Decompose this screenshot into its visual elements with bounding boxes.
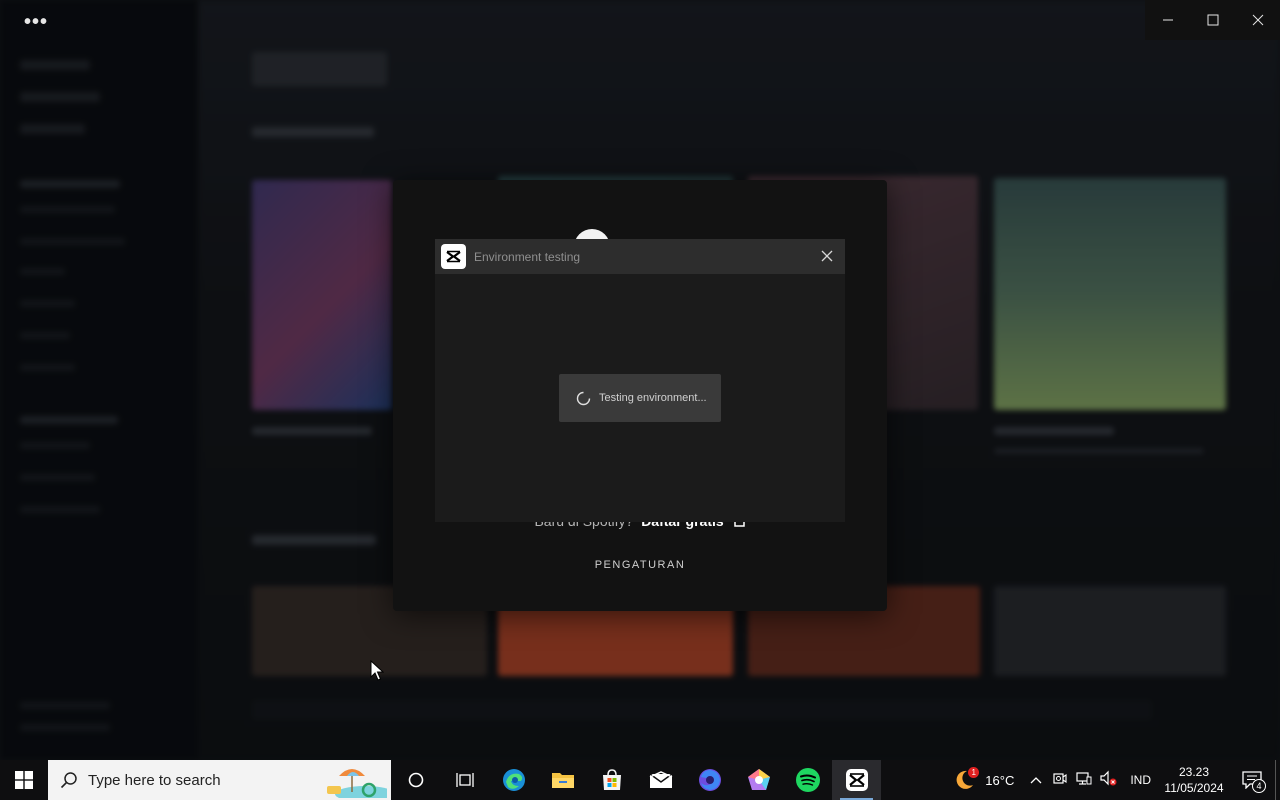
mail-icon	[649, 771, 672, 788]
clock-time: 23.23	[1178, 765, 1210, 779]
edge-icon	[502, 769, 525, 791]
weather-alert-badge: 1	[968, 767, 980, 778]
desktop-screen: ••• Baru di Spotify? Daftar gratis PENGA…	[0, 0, 1280, 800]
capcut-icon	[845, 769, 868, 791]
maximize-button[interactable]	[1190, 0, 1235, 40]
close-icon	[821, 250, 833, 262]
capcut-logo-icon	[441, 244, 466, 269]
action-center-button[interactable]: 4	[1229, 760, 1275, 800]
taskbar-search-box[interactable]: Type here to search	[48, 760, 391, 800]
mail-button[interactable]	[636, 760, 685, 800]
maximize-icon	[1207, 14, 1218, 26]
task-view-icon	[455, 773, 474, 787]
testing-status-text: Testing environment...	[599, 392, 707, 404]
weather-widget[interactable]: 1	[951, 760, 980, 800]
chevron-up-icon	[1030, 777, 1042, 784]
clock[interactable]: 23.23 11/05/2024	[1159, 764, 1229, 796]
settings-link[interactable]: PENGATURAN	[393, 559, 887, 571]
cortana-button[interactable]	[391, 760, 440, 800]
network-icon	[1076, 771, 1092, 785]
cortana-icon	[408, 772, 423, 788]
windows-taskbar: Type here to search 1 16°C IND 23.23 11/…	[0, 760, 1280, 800]
spotify-window: ••• Baru di Spotify? Daftar gratis PENGA…	[0, 0, 1280, 760]
search-highlight-icon	[327, 769, 387, 798]
task-view-button[interactable]	[440, 760, 489, 800]
firefox-icon	[698, 769, 721, 791]
microsoft-store-button[interactable]	[587, 760, 636, 800]
close-window-button[interactable]	[1235, 0, 1280, 40]
meet-now-button[interactable]	[1052, 770, 1068, 791]
testing-status-box: Testing environment...	[559, 374, 721, 422]
volume-button[interactable]	[1100, 770, 1118, 791]
loading-spinner-icon	[576, 391, 591, 405]
spotify-button[interactable]	[783, 760, 832, 800]
file-explorer-button[interactable]	[538, 760, 587, 800]
polygon-app-button[interactable]	[734, 760, 783, 800]
minimize-button[interactable]	[1145, 0, 1190, 40]
window-controls	[1145, 0, 1280, 40]
temperature-label[interactable]: 16°C	[985, 773, 1014, 788]
firefox-button[interactable]	[685, 760, 734, 800]
file-explorer-icon	[551, 773, 574, 788]
microsoft-store-icon	[602, 769, 621, 790]
show-desktop-button[interactable]	[1275, 760, 1280, 800]
start-button[interactable]	[0, 760, 48, 800]
minimize-icon	[1162, 19, 1173, 21]
dialog-close-button[interactable]	[819, 248, 835, 264]
spotify-icon	[795, 768, 820, 792]
capcut-button[interactable]	[832, 760, 881, 800]
spotify-menu-dots[interactable]: •••	[24, 11, 48, 34]
dialog-title: Environment testing	[474, 249, 581, 264]
camera-icon	[1053, 772, 1067, 784]
volume-muted-icon	[1100, 770, 1117, 785]
dialog-titlebar: Environment testing	[435, 239, 845, 274]
close-icon	[1252, 14, 1263, 26]
edge-button[interactable]	[489, 760, 538, 800]
search-icon	[60, 772, 77, 789]
notification-count-badge: 4	[1252, 779, 1266, 793]
search-placeholder: Type here to search	[88, 771, 221, 789]
language-indicator[interactable]: IND	[1130, 773, 1151, 787]
mouse-cursor-icon	[370, 660, 384, 681]
network-button[interactable]	[1076, 770, 1092, 791]
windows-logo-icon	[15, 771, 33, 789]
capcut-environment-dialog: Environment testing Testing environment.…	[435, 239, 845, 522]
system-tray: 1 16°C IND 23.23 11/05/2024 4	[951, 760, 1280, 800]
show-hidden-icons-button[interactable]	[1028, 776, 1044, 784]
clock-date: 11/05/2024	[1164, 781, 1224, 795]
polygon-app-icon	[747, 769, 770, 790]
